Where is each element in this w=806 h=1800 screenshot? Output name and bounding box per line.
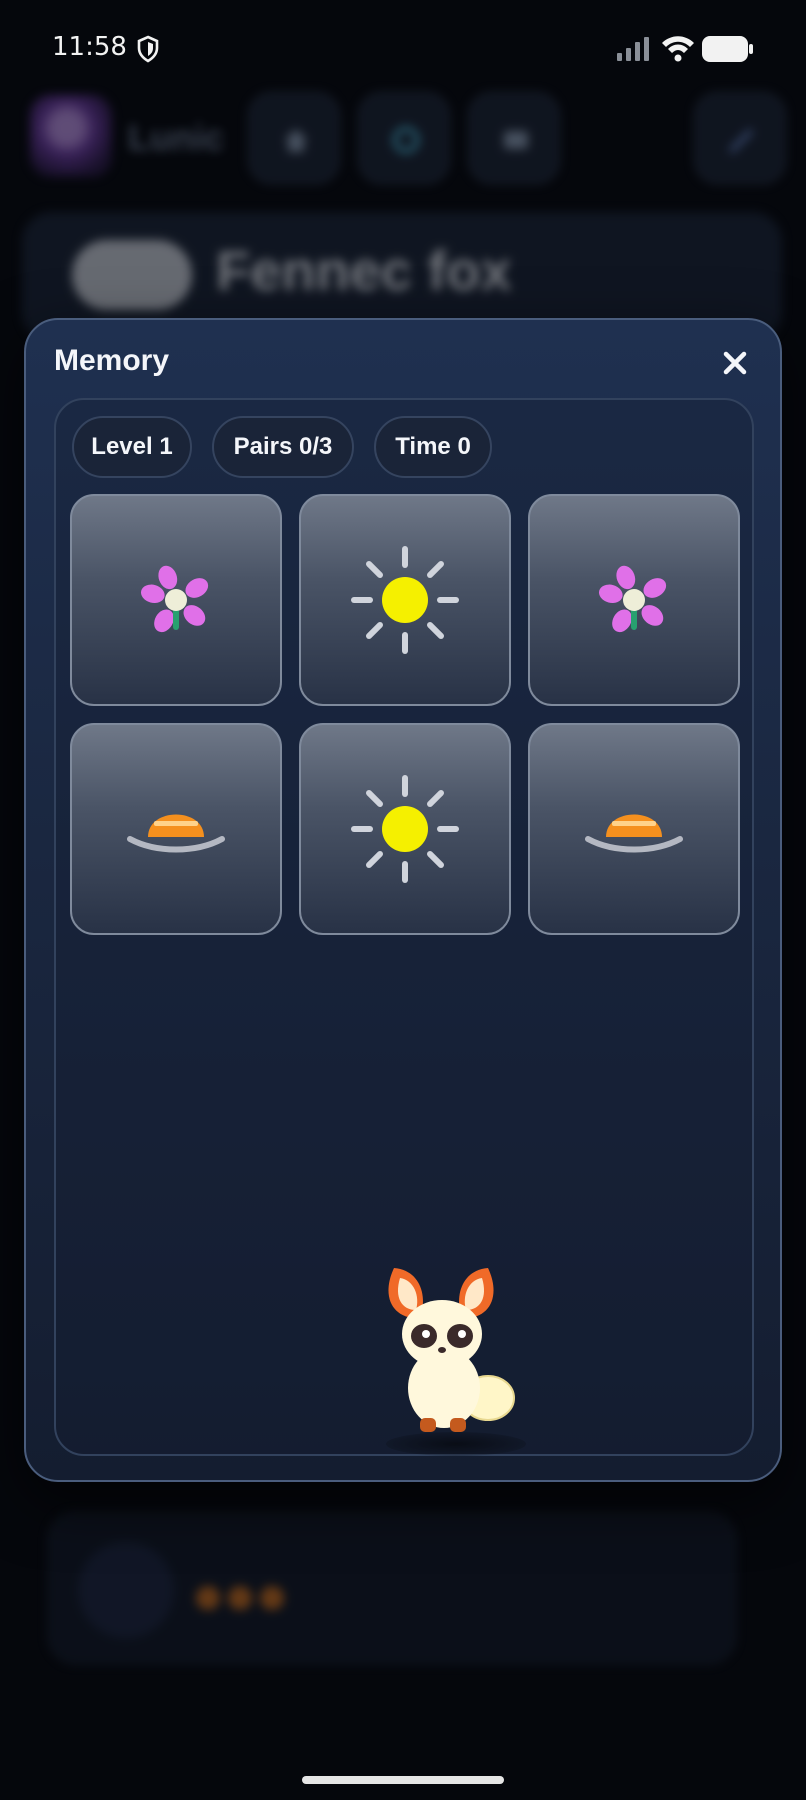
- dialog-title: Memory: [54, 344, 170, 377]
- moon-icon: [78, 1542, 174, 1638]
- color-wheel-icon: [392, 126, 420, 154]
- brush-icon: [729, 129, 753, 153]
- food-dot-icon: [260, 1586, 284, 1610]
- shield-icon: [137, 35, 159, 63]
- memory-card[interactable]: [70, 494, 282, 706]
- app-name: Lunic: [128, 117, 224, 158]
- time-badge: Time 0: [374, 416, 492, 478]
- home-icon: [284, 129, 308, 152]
- memory-card[interactable]: [528, 723, 740, 935]
- memory-card[interactable]: [299, 494, 511, 706]
- memory-card[interactable]: [70, 723, 282, 935]
- color-button[interactable]: [358, 92, 450, 184]
- card-icon: [504, 131, 528, 149]
- home-indicator[interactable]: [302, 1776, 504, 1784]
- wifi-icon: [662, 36, 694, 62]
- pet-name: Fennec fox: [216, 239, 512, 302]
- battery-icon: [702, 36, 753, 62]
- food-dot-icon: [196, 1586, 220, 1610]
- game-board: Level 1 Pairs 0/3 Time 0: [54, 398, 754, 1456]
- pairs-badge: Pairs 0/3: [212, 416, 354, 478]
- level-label: Level 1: [91, 433, 173, 460]
- app-logo: [30, 95, 112, 177]
- signal-icon: [617, 37, 649, 61]
- memory-dialog: Memory Level 1 Pairs 0/3 Time 0: [24, 318, 782, 1482]
- sun-icon: [351, 775, 459, 883]
- sun-icon: [351, 546, 459, 654]
- memory-card[interactable]: [528, 494, 740, 706]
- pairs-label: Pairs 0/3: [233, 433, 333, 460]
- time-label: Time 0: [395, 433, 471, 460]
- level-badge: Level 1: [72, 416, 192, 478]
- home-button[interactable]: [248, 92, 340, 184]
- flower-icon: [598, 565, 667, 633]
- screen: 11:58 Lunic Fennec fox Memory Level 1 Pa…: [0, 0, 806, 1800]
- brush-button[interactable]: [694, 92, 786, 184]
- status-time: 11:58: [52, 32, 127, 62]
- status-bar: 11:58: [0, 0, 806, 96]
- memory-card[interactable]: [299, 723, 511, 935]
- close-icon[interactable]: [714, 342, 756, 384]
- fennec-fox-icon: [388, 1268, 515, 1432]
- hat-icon: [585, 814, 683, 853]
- hat-icon: [127, 814, 225, 853]
- food-dot-icon: [228, 1586, 252, 1610]
- card-button[interactable]: [468, 92, 560, 184]
- cloud-icon: [72, 240, 192, 310]
- flower-icon: [140, 565, 209, 633]
